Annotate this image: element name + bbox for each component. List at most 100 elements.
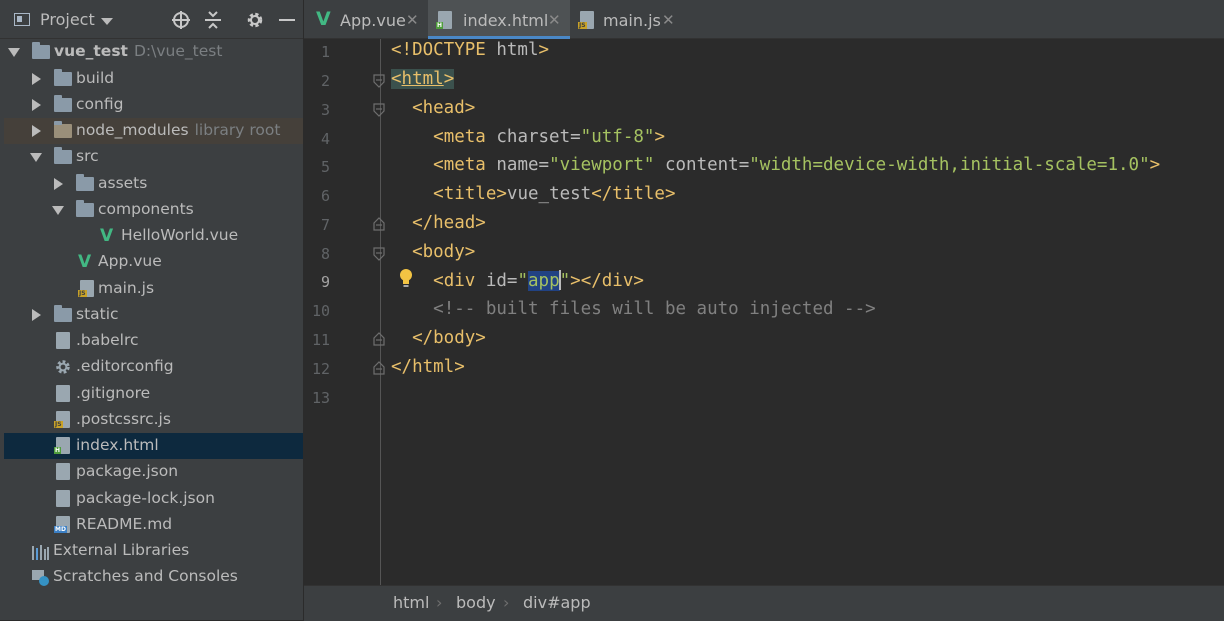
chevron-down-icon[interactable]: [101, 18, 113, 25]
markdown-file-icon: MD: [54, 516, 70, 533]
line-number: 3: [320, 101, 330, 119]
line-number: 8: [320, 245, 330, 263]
fold-end-icon[interactable]: [373, 361, 385, 375]
chevron-right-icon[interactable]: [32, 125, 41, 137]
js-file-icon: JS: [78, 280, 94, 297]
code-line-10: <!-- built files will be auto injected -…: [433, 299, 876, 319]
chevron-right-icon[interactable]: [32, 73, 41, 85]
chevron-right-icon[interactable]: [32, 99, 41, 111]
code-line-9: <div id="app"></div>: [433, 270, 644, 291]
folder-icon: [76, 200, 94, 217]
tree-item-label: vue_test D:\vue_test: [54, 42, 223, 60]
tree-item-main-js[interactable]: JS main.js: [4, 276, 303, 302]
gear-icon[interactable]: [245, 10, 265, 35]
vue-icon: V: [78, 252, 92, 272]
chevron-down-icon[interactable]: [8, 48, 20, 57]
tree-item-static[interactable]: static: [4, 302, 303, 328]
line-number: 1: [320, 43, 330, 61]
tab-label: App.vue: [340, 11, 406, 30]
line-number: 13: [311, 389, 330, 407]
tree-item-label: .babelrc: [76, 331, 139, 349]
tree-item-label: .gitignore: [76, 384, 151, 402]
code-line-2: <html>: [391, 69, 455, 89]
tree-item-index-html[interactable]: H index.html: [4, 433, 303, 459]
selected-text: app: [528, 271, 560, 291]
tree-item-postcssrc-js[interactable]: JS .postcssrc.js: [4, 407, 303, 433]
tree-item-label: package-lock.json: [76, 489, 215, 507]
chevron-right-icon[interactable]: [54, 178, 63, 190]
code-line-12: </html>: [391, 357, 465, 377]
js-file-icon: JS: [54, 411, 70, 428]
chevron-down-icon[interactable]: [30, 153, 42, 162]
tab-index-html[interactable]: H index.html ✕: [428, 0, 570, 39]
tree-item-babelrc[interactable]: .babelrc: [4, 328, 303, 354]
folder-icon: [54, 69, 72, 86]
tree-item-gitignore[interactable]: .gitignore: [4, 381, 303, 407]
tree-item-package-json[interactable]: package.json: [4, 459, 303, 485]
code-line-6: <title>vue_test</title>: [433, 184, 676, 204]
folder-icon: [32, 42, 50, 59]
chevron-right-icon[interactable]: [32, 309, 41, 321]
line-number: 12: [311, 360, 330, 378]
project-path: D:\vue_test: [133, 42, 223, 60]
breadcrumb-body[interactable]: body: [456, 593, 496, 612]
tree-item-label: src: [76, 147, 99, 165]
tree-item-label: node_modules library root: [76, 121, 281, 139]
fold-end-icon[interactable]: [373, 217, 385, 231]
code-line-8: <body>: [412, 242, 476, 262]
breadcrumb-html[interactable]: html: [393, 593, 429, 612]
line-number: 2: [320, 72, 330, 90]
tree-item-editorconfig[interactable]: .editorconfig: [4, 354, 303, 380]
fold-marker-icon[interactable]: [373, 103, 385, 117]
tree-item-label: HelloWorld.vue: [121, 226, 239, 244]
collapse-all-icon[interactable]: [204, 10, 222, 35]
tree-item-app-vue[interactable]: V App.vue: [4, 249, 303, 275]
close-icon[interactable]: ✕: [662, 11, 675, 29]
tree-item-node-modules[interactable]: node_modules library root: [4, 118, 303, 144]
tree-item-label: build: [76, 69, 115, 87]
fold-marker-icon[interactable]: [373, 247, 385, 261]
folder-icon: [54, 95, 72, 112]
tree-item-scratches-and-consoles[interactable]: Scratches and Consoles: [4, 564, 303, 590]
tree-item-label: .editorconfig: [76, 357, 174, 375]
minimize-icon[interactable]: [278, 10, 296, 35]
tab-app-vue[interactable]: V App.vue ✕: [304, 0, 428, 38]
breadcrumb-div-app[interactable]: div#app: [523, 593, 591, 612]
json-file-icon: [56, 463, 70, 480]
fold-end-icon[interactable]: [373, 332, 385, 346]
tree-item-label: main.js: [98, 279, 155, 297]
code-line-11: </body>: [412, 328, 486, 348]
breadcrumb: html › body › div#app: [304, 585, 1224, 621]
line-number: 11: [311, 331, 330, 349]
tree-item-components[interactable]: components: [4, 197, 303, 223]
tree-item-assets[interactable]: assets: [4, 171, 303, 197]
tree-item-src[interactable]: src: [4, 144, 303, 170]
js-file-icon: JS: [578, 11, 594, 29]
tree-item-external-libraries[interactable]: External Libraries: [4, 538, 303, 564]
code-line-1: <!DOCTYPE html>: [391, 40, 550, 60]
folder-icon: [54, 305, 72, 322]
project-panel-title[interactable]: Project: [40, 10, 95, 29]
tab-label: main.js: [603, 11, 661, 30]
tree-item-config[interactable]: config: [4, 92, 303, 118]
library-folder-icon: [54, 121, 72, 138]
tree-item-readme-md[interactable]: MD README.md: [4, 512, 303, 538]
tab-main-js[interactable]: JS main.js ✕: [570, 0, 686, 38]
code-line-3: <head>: [412, 98, 476, 118]
close-icon[interactable]: ✕: [548, 11, 561, 29]
code-line-7: </head>: [412, 213, 486, 233]
tree-item-build[interactable]: build: [4, 66, 303, 92]
tree-item-vue-test[interactable]: vue_test D:\vue_test: [4, 39, 303, 65]
tree-item-helloworld-vue[interactable]: V HelloWorld.vue: [4, 223, 303, 249]
breadcrumb-separator: ›: [503, 593, 510, 612]
vue-icon: V: [316, 8, 331, 30]
close-icon[interactable]: ✕: [406, 11, 419, 29]
crosshair-icon[interactable]: [171, 10, 191, 35]
fold-marker-icon[interactable]: [373, 74, 385, 88]
gutter-divider: [380, 39, 381, 585]
line-number: 10: [311, 302, 330, 320]
project-panel: Project vue_test D:\vue_test build config: [0, 0, 303, 620]
chevron-down-icon[interactable]: [52, 206, 64, 215]
line-number: 7: [320, 216, 330, 234]
tree-item-package-lock-json[interactable]: package-lock.json: [4, 486, 303, 512]
